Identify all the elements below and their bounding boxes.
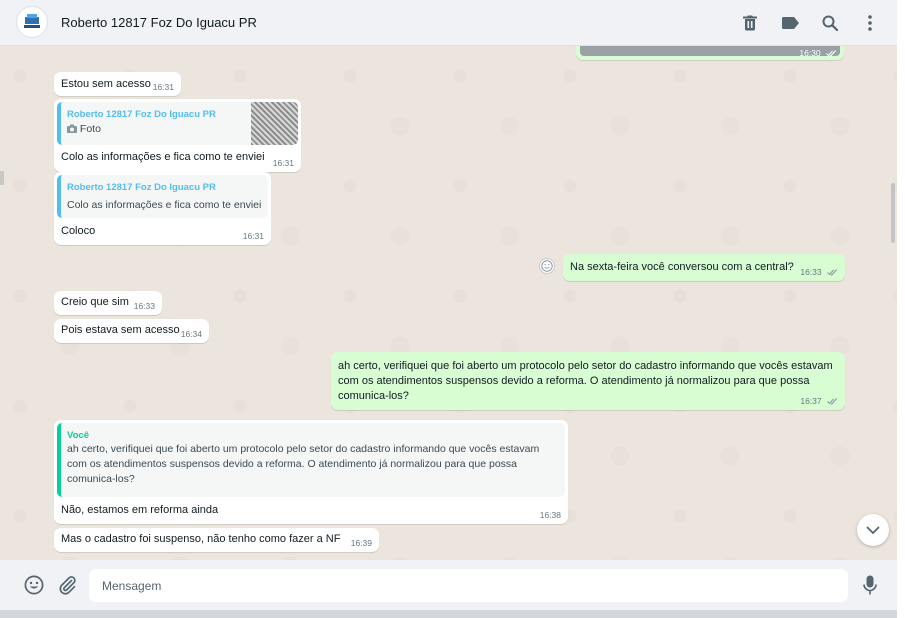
- quote-author: Roberto 12817 Foz Do Iguacu PR: [67, 182, 216, 193]
- delete-icon[interactable]: [739, 12, 761, 34]
- quote-author: Você: [67, 430, 90, 441]
- menu-icon[interactable]: [859, 12, 881, 34]
- search-icon[interactable]: [819, 12, 841, 34]
- scrollbar-thumb[interactable]: [891, 183, 895, 243]
- read-ticks-icon: [827, 398, 838, 406]
- message-time: 16:30: [799, 48, 837, 58]
- message-bubble-incoming[interactable]: Creio que sim 16:33: [54, 291, 162, 315]
- message-time: 16:31: [272, 158, 294, 168]
- window-right-edge: [897, 0, 905, 618]
- chat-header: Roberto 12817 Foz Do Iguacu PR: [0, 0, 897, 46]
- photo-thumbnail: [251, 102, 298, 145]
- message-time: 16:34: [180, 329, 202, 339]
- emoji-icon[interactable]: [22, 573, 46, 597]
- message-bubble-incoming[interactable]: Você ah certo, verifiquei que foi aberto…: [54, 420, 568, 524]
- message-bubble-outgoing[interactable]: Na sexta-feira você conversou com a cent…: [563, 254, 845, 281]
- message-bubble-incoming[interactable]: Estou sem acesso 16:31: [54, 72, 181, 96]
- chat-scrollbar[interactable]: [889, 46, 897, 560]
- message-bubble-incoming[interactable]: Pois estava sem acesso 16:34: [54, 319, 209, 343]
- quote-text: Colo as informações e fica como te envie…: [67, 199, 262, 211]
- quoted-message[interactable]: Você ah certo, verifiquei que foi aberto…: [57, 423, 565, 497]
- attach-icon[interactable]: [55, 573, 79, 597]
- scroll-to-bottom-button[interactable]: [857, 514, 889, 546]
- message-text: Pois estava sem acesso: [61, 324, 180, 336]
- message-time: 16:37: [800, 396, 838, 406]
- message-text: Coloco: [61, 225, 96, 237]
- message-time: 16:31: [152, 82, 174, 92]
- message-bubble-outgoing[interactable]: 16:30: [576, 46, 844, 60]
- message-text: Estou sem acesso: [61, 78, 151, 90]
- message-time: 16:33: [133, 301, 155, 311]
- quote-text: ah certo, verifiquei que foi aberto um p…: [67, 443, 540, 485]
- quoted-message[interactable]: Roberto 12817 Foz Do Iguacu PR Foto: [57, 102, 298, 145]
- message-text: Não, estamos em reforma ainda: [61, 504, 219, 516]
- composer-bar: [0, 560, 897, 610]
- message-text: Mas o cadastro foi suspenso, não tenho c…: [61, 533, 341, 545]
- mic-icon[interactable]: [858, 573, 882, 597]
- chevron-down-icon: [866, 526, 880, 534]
- reaction-emoji-icon[interactable]: [539, 258, 555, 274]
- label-icon[interactable]: [779, 12, 801, 34]
- window-bottom-edge: [0, 610, 905, 618]
- panel-edge-tab: [0, 171, 4, 185]
- message-text: ah certo, verifiquei que foi aberto um p…: [338, 360, 833, 402]
- read-ticks-icon: [826, 50, 837, 58]
- message-time: 16:39: [350, 538, 372, 548]
- message-text: Creio que sim: [61, 296, 129, 308]
- message-bubble-incoming[interactable]: Roberto 12817 Foz Do Iguacu PR Colo as i…: [54, 172, 271, 245]
- message-time: 16:38: [539, 510, 561, 520]
- camera-icon: [67, 124, 77, 133]
- message-time: 16:31: [242, 231, 264, 241]
- quoted-message[interactable]: Roberto 12817 Foz Do Iguacu PR Colo as i…: [57, 175, 268, 218]
- quote-author: Roberto 12817 Foz Do Iguacu PR: [67, 109, 216, 120]
- message-bubble-incoming[interactable]: Roberto 12817 Foz Do Iguacu PR Foto Colo…: [54, 99, 301, 172]
- message-time: 16:33: [800, 267, 838, 277]
- message-bubble-outgoing[interactable]: ah certo, verifiquei que foi aberto um p…: [331, 352, 845, 410]
- message-input[interactable]: [89, 569, 848, 602]
- message-text: Na sexta-feira você conversou com a cent…: [570, 261, 794, 273]
- message-bubble-incoming[interactable]: Mas o cadastro foi suspenso, não tenho c…: [54, 528, 379, 552]
- avatar[interactable]: [16, 6, 48, 38]
- read-ticks-icon: [827, 269, 838, 277]
- contact-name[interactable]: Roberto 12817 Foz Do Iguacu PR: [61, 15, 257, 30]
- quote-text: Foto: [67, 122, 101, 137]
- chat-panel[interactable]: 16:30 Estou sem acesso 16:31 Roberto 128…: [0, 46, 897, 560]
- message-text: Colo as informações e fica como te envie…: [61, 151, 265, 163]
